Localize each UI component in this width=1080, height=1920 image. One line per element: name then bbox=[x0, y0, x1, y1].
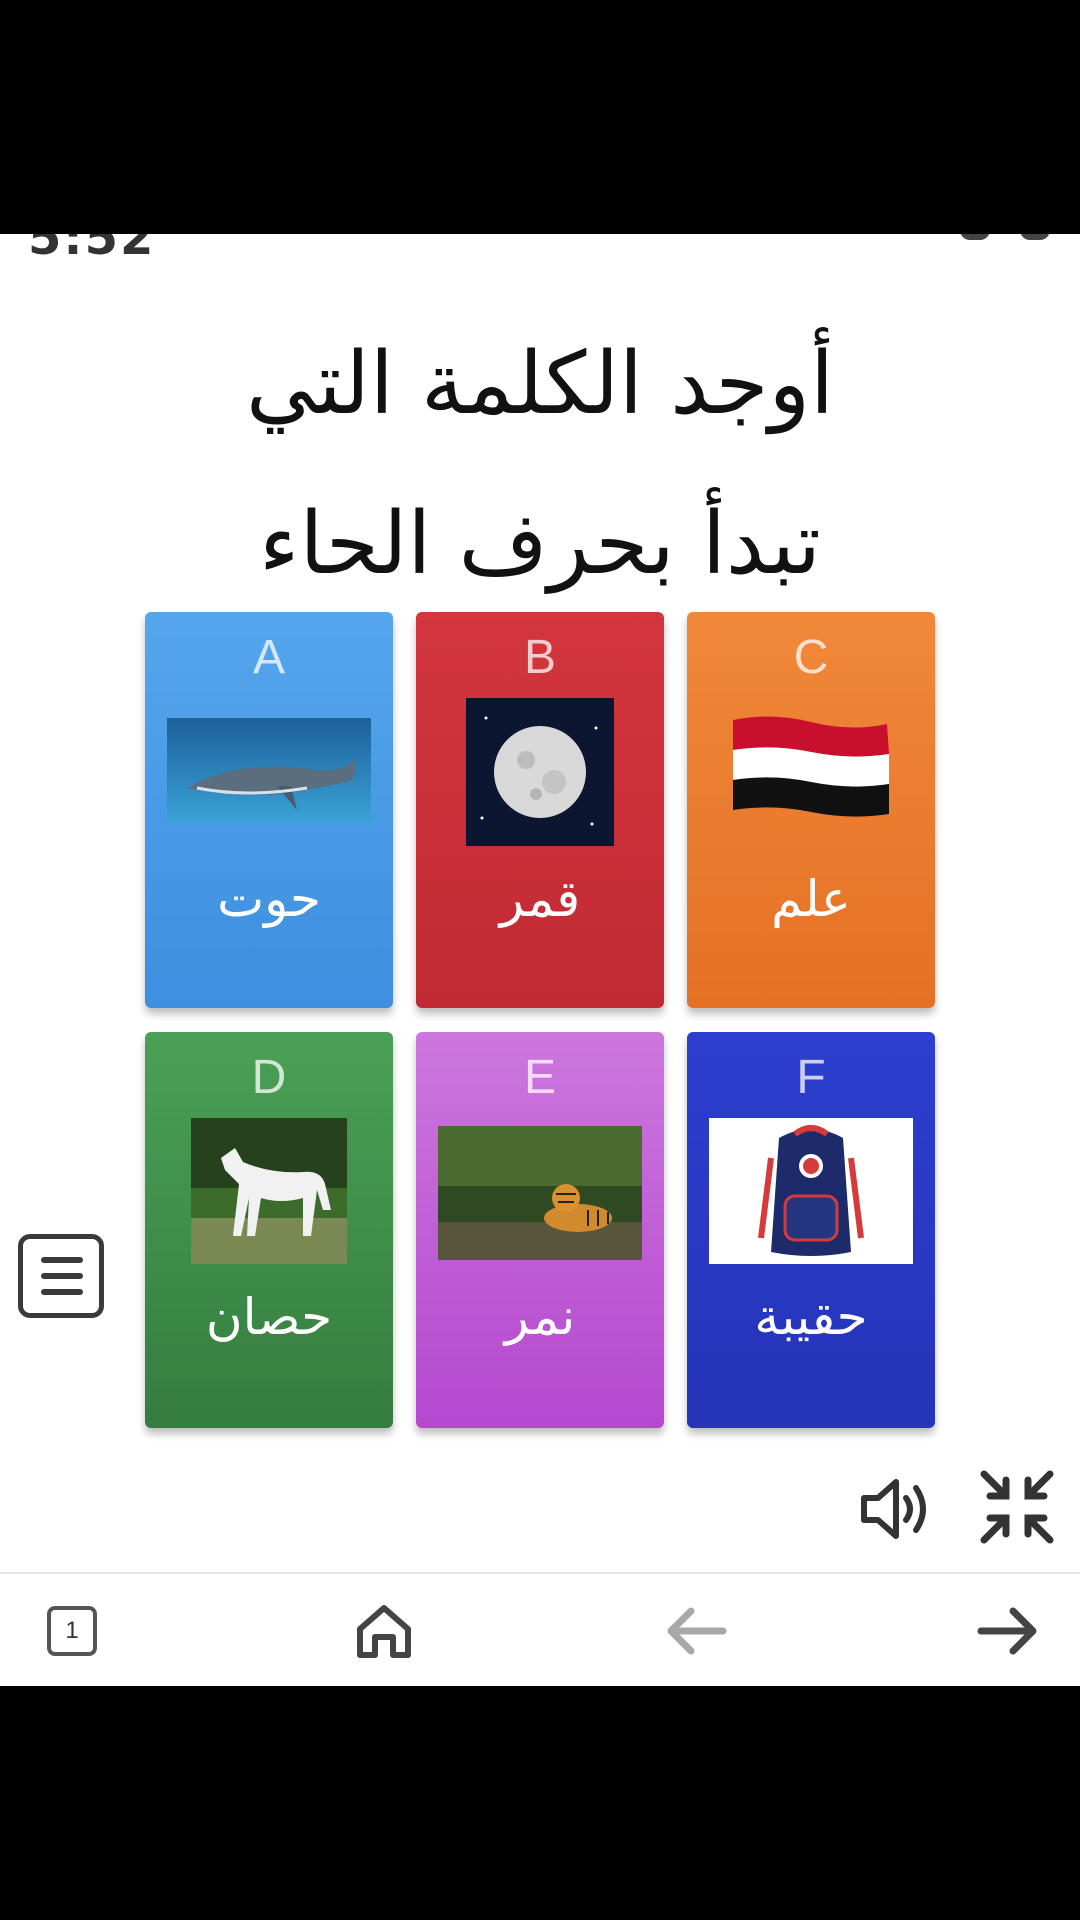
answer-card-f[interactable]: F حقيبة bbox=[687, 1032, 935, 1428]
hamburger-line bbox=[41, 1289, 83, 1295]
home-icon bbox=[357, 1605, 411, 1658]
answer-card-d[interactable]: D حصان bbox=[145, 1032, 393, 1428]
answer-card-c[interactable]: C علم bbox=[687, 612, 935, 1008]
home-button[interactable] bbox=[334, 1574, 434, 1686]
card-word: قمر bbox=[499, 870, 581, 928]
whale-image bbox=[167, 718, 371, 824]
answer-card-e[interactable]: E نمر bbox=[416, 1032, 664, 1428]
card-word: حقيبة bbox=[754, 1288, 868, 1346]
card-letter: A bbox=[252, 631, 285, 684]
card-letter: E bbox=[523, 1051, 556, 1104]
hamburger-line bbox=[41, 1273, 83, 1279]
question-line-1: أوجد الكلمة التي bbox=[245, 334, 835, 434]
flag-image bbox=[733, 716, 889, 817]
forward-button[interactable] bbox=[958, 1574, 1058, 1686]
activity-screen: 5:52 أوجد الكلمة التي تبدأ بحرف الحاء A … bbox=[0, 234, 1080, 1686]
page-indicator[interactable]: 1 bbox=[22, 1574, 122, 1686]
answer-card-b[interactable]: B قمر bbox=[416, 612, 664, 1008]
bottom-letterbox bbox=[0, 1686, 1080, 1920]
arrow-right-icon bbox=[977, 1607, 1037, 1655]
back-button[interactable] bbox=[646, 1574, 746, 1686]
hamburger-menu-icon bbox=[41, 1257, 83, 1263]
question-line-2: تبدأ بحرف الحاء bbox=[259, 494, 821, 594]
wifi-icon bbox=[960, 234, 990, 240]
card-letter: F bbox=[796, 1051, 826, 1104]
card-word: نمر bbox=[504, 1288, 576, 1346]
card-word: حصان bbox=[205, 1288, 333, 1346]
card-word: حوت bbox=[217, 870, 321, 928]
backpack-image bbox=[709, 1118, 913, 1264]
bottom-nav-bar: 1 bbox=[0, 1572, 1080, 1686]
card-letter: B bbox=[523, 631, 556, 684]
battery-icon bbox=[1020, 234, 1050, 240]
status-icons bbox=[960, 234, 1050, 240]
answer-card-a[interactable]: A حوت bbox=[145, 612, 393, 1008]
moon-image bbox=[466, 698, 614, 846]
card-letter: D bbox=[251, 1051, 287, 1104]
arrow-left-icon bbox=[667, 1607, 727, 1655]
page-number: 1 bbox=[47, 1606, 97, 1656]
speaker-icon[interactable] bbox=[858, 1474, 934, 1544]
horse-image bbox=[191, 1118, 347, 1264]
top-letterbox bbox=[0, 0, 1080, 234]
tiger-image bbox=[438, 1126, 642, 1260]
card-word: علم bbox=[771, 870, 851, 928]
question-text: أوجد الكلمة التي تبدأ بحرف الحاء bbox=[0, 304, 1080, 624]
card-letter: C bbox=[793, 631, 829, 684]
menu-button[interactable] bbox=[18, 1234, 104, 1318]
status-time: 5:52 bbox=[28, 234, 156, 266]
shrink-arrows-icon[interactable] bbox=[980, 1470, 1054, 1544]
